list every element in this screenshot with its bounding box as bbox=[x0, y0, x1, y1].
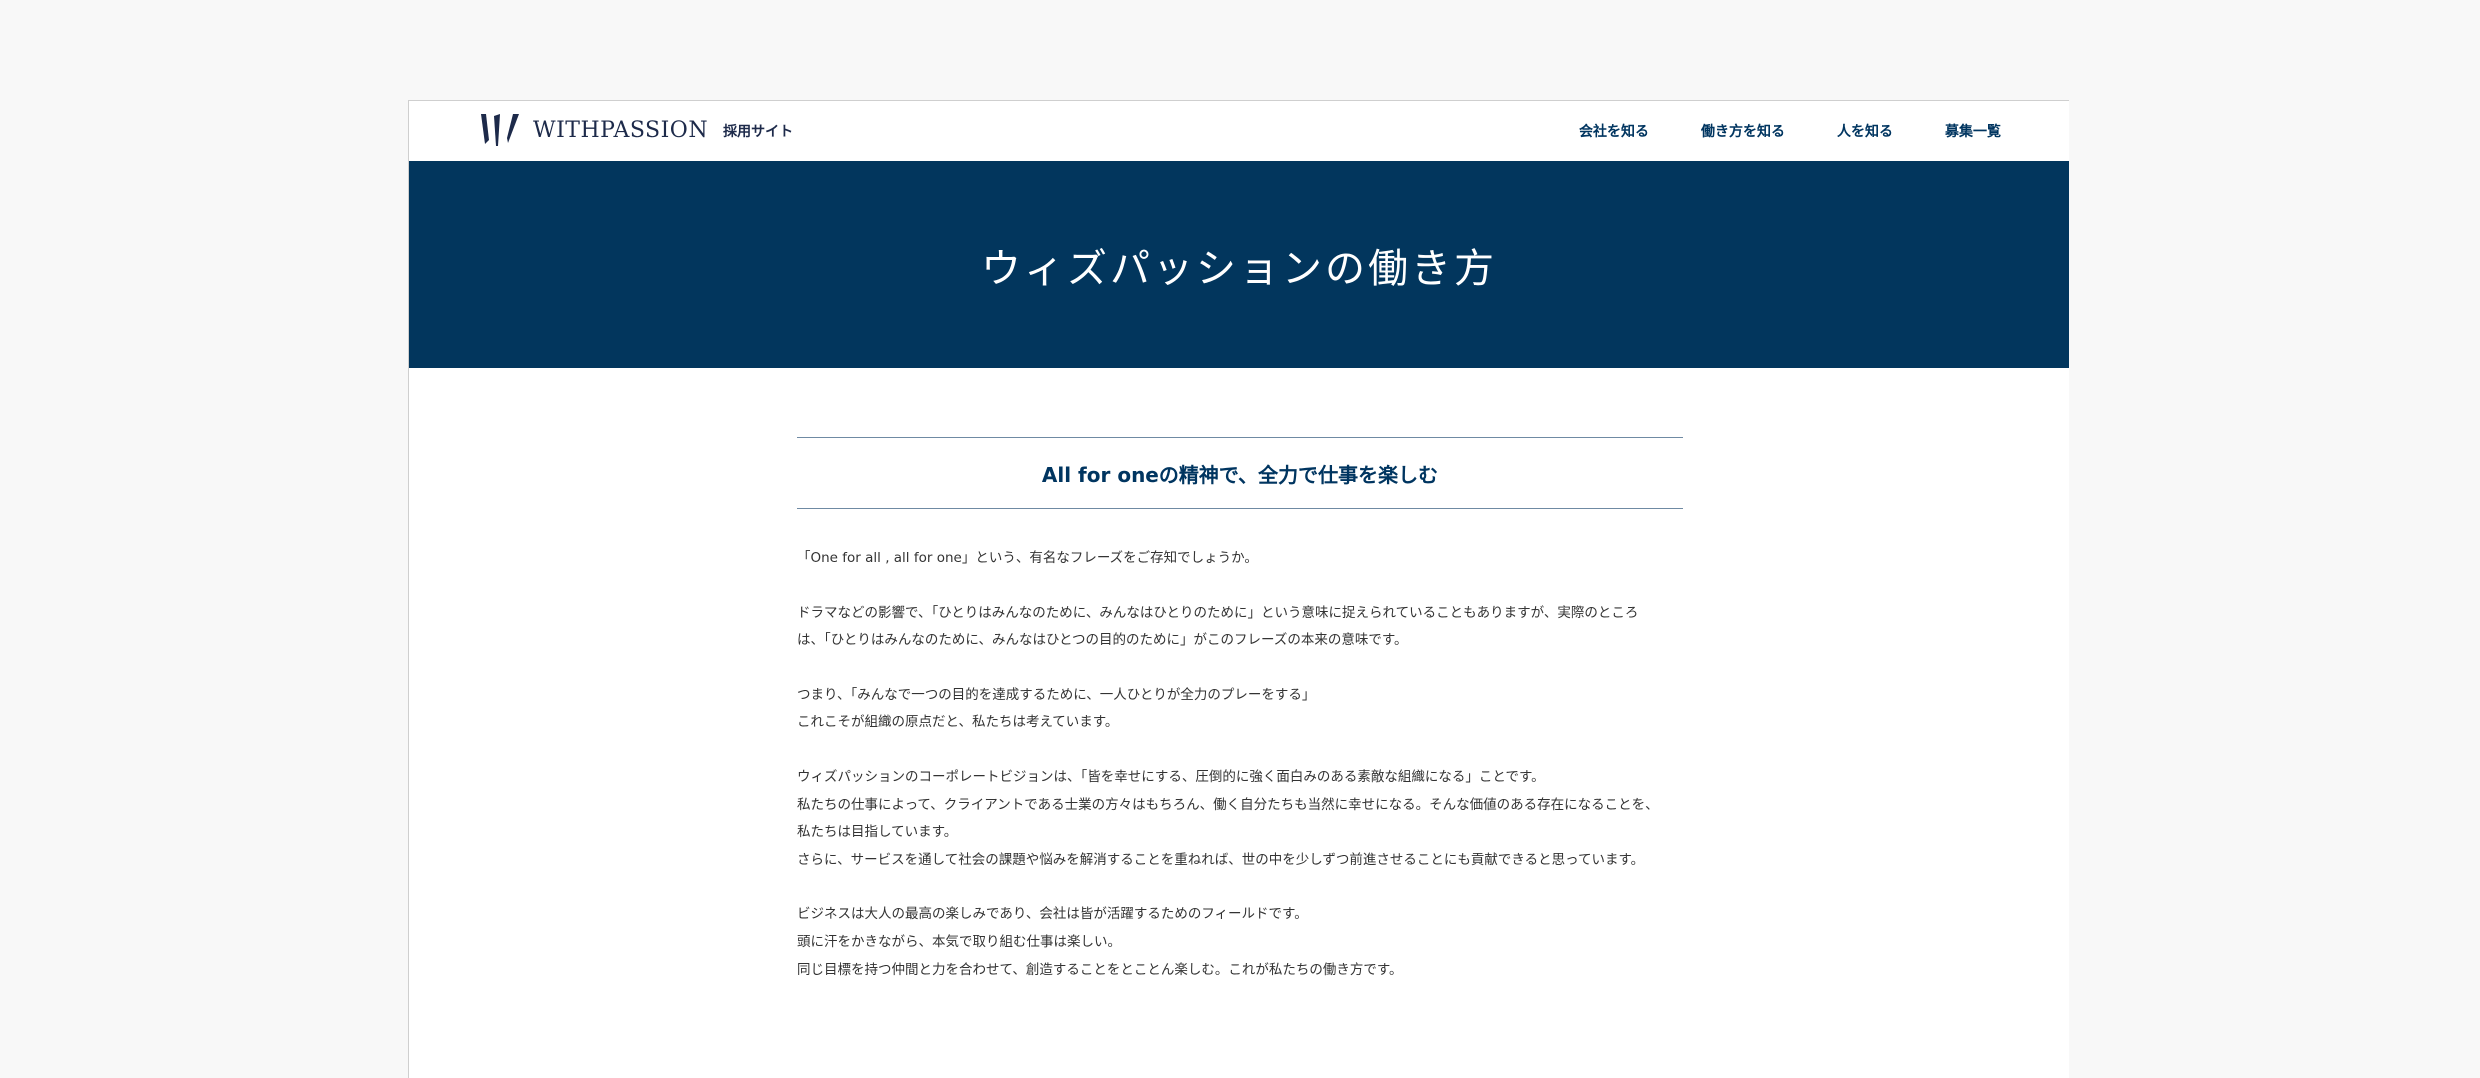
text-line: つまり、「みんなで一つの目的を達成するために、一人ひとりが全力のプレーをする」 bbox=[797, 686, 1316, 703]
site-header: WITHPASSION 採用サイト 会社を知る 働き方を知る 人を知る 募集一覧 bbox=[409, 101, 2069, 161]
article: All for oneの精神で、全力で仕事を楽しむ 「One for all ,… bbox=[797, 437, 1683, 1011]
nav-item-workstyle[interactable]: 働き方を知る bbox=[1701, 121, 1785, 141]
text-line: 「One for all , all for one」という、有名なフレーズをご… bbox=[797, 550, 1258, 566]
section-heading: All for oneの精神で、全力で仕事を楽しむ bbox=[797, 437, 1683, 509]
logo-wordmark: WITHPASSION bbox=[533, 117, 709, 143]
article-body: 「One for all , all for one」という、有名なフレーズをご… bbox=[797, 545, 1683, 984]
paragraph: ウィズパッションのコーポレートビジョンは、「皆を幸せにする、圧倒的に強く面白みの… bbox=[797, 764, 1683, 874]
text-line: 私たちは目指しています。 bbox=[797, 824, 958, 841]
text-line: は、「ひとりはみんなのために、みんなはひとつの目的のために」がこのフレーズの本来… bbox=[797, 632, 1408, 649]
page-title: ウィズパッションの働き方 bbox=[981, 245, 1497, 292]
paragraph: ドラマなどの影響で、「ひとりはみんなのために、みんなはひとりのために」という意味… bbox=[797, 600, 1683, 655]
withpassion-logo-icon bbox=[481, 114, 519, 146]
text-line: ビジネスは大人の最高の楽しみであり、会社は皆が活躍するためのフィールドです。 bbox=[797, 906, 1308, 923]
page-container: WITHPASSION 採用サイト 会社を知る 働き方を知る 人を知る 募集一覧… bbox=[408, 100, 2069, 1078]
text-line: さらに、サービスを通して社会の課題や悩みを解消することを重ねれば、世の中を少しず… bbox=[797, 851, 1645, 868]
nav-item-jobs[interactable]: 募集一覧 bbox=[1945, 121, 2001, 141]
paragraph: つまり、「みんなで一つの目的を達成するために、一人ひとりが全力のプレーをする」 … bbox=[797, 682, 1683, 737]
paragraph: 「One for all , all for one」という、有名なフレーズをご… bbox=[797, 545, 1683, 573]
hero-banner: ウィズパッションの働き方 bbox=[409, 161, 2069, 368]
site-logo[interactable]: WITHPASSION 採用サイト bbox=[481, 114, 793, 146]
text-line: 私たちの仕事によって、クライアントである士業の方々はもちろん、働く自分たちも当然… bbox=[797, 796, 1659, 813]
text-line: 同じ目標を持つ仲間と力を合わせて、創造することをとことん楽しむ。これが私たちの働… bbox=[797, 961, 1403, 978]
recruit-site-label: 採用サイト bbox=[723, 124, 794, 140]
nav-item-company[interactable]: 会社を知る bbox=[1579, 121, 1649, 141]
text-line: ドラマなどの影響で、「ひとりはみんなのために、みんなはひとりのために」という意味… bbox=[797, 604, 1639, 621]
section-heading-text: All for oneの精神で、全力で仕事を楽しむ bbox=[1041, 462, 1439, 487]
text-line: 頭に汗をかきながら、本気で取り組む仕事は楽しい。 bbox=[797, 933, 1121, 950]
text-line: ウィズパッションのコーポレートビジョンは、「皆を幸せにする、圧倒的に強く面白みの… bbox=[797, 768, 1545, 785]
global-nav: 会社を知る 働き方を知る 人を知る 募集一覧 bbox=[1527, 101, 2001, 161]
text-line: これこそが組織の原点だと、私たちは考えています。 bbox=[797, 714, 1119, 731]
nav-item-people[interactable]: 人を知る bbox=[1837, 121, 1893, 141]
paragraph: ビジネスは大人の最高の楽しみであり、会社は皆が活躍するためのフィールドです。 頭… bbox=[797, 901, 1683, 984]
